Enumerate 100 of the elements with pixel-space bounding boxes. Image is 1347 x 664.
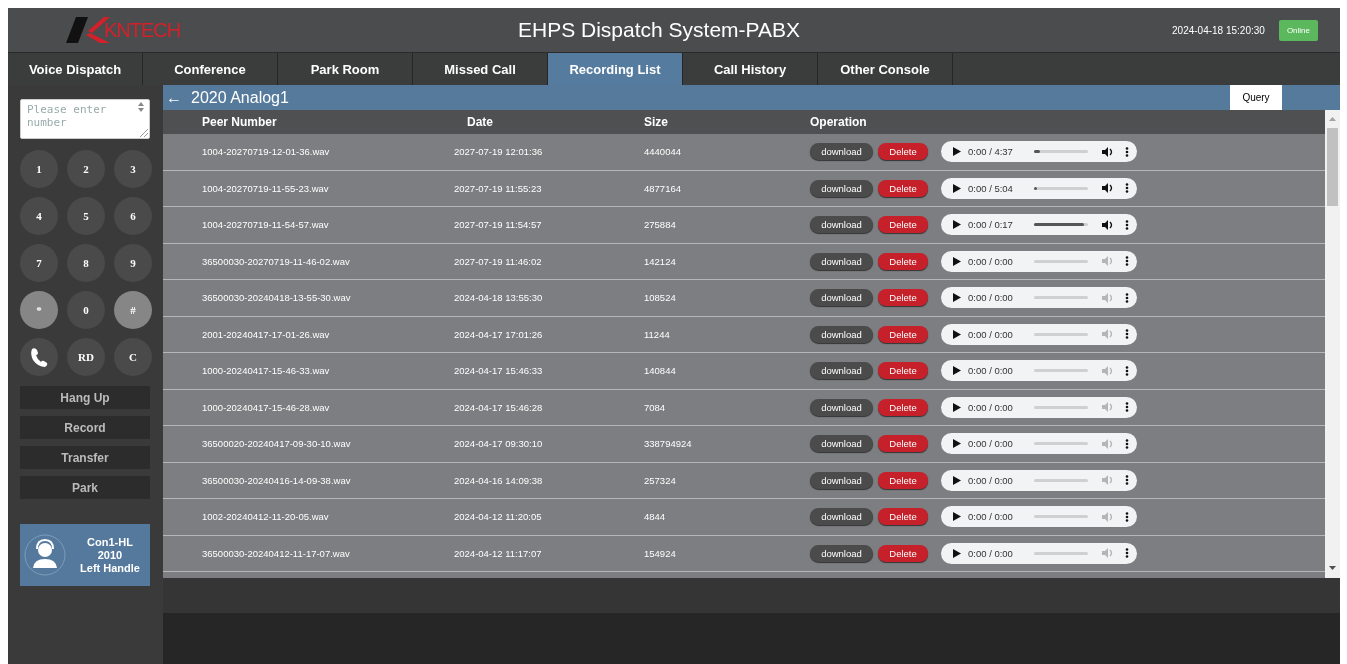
back-button[interactable]: ← — [166, 88, 182, 107]
progress-track[interactable] — [1034, 369, 1088, 373]
audio-player[interactable]: 0:00 / 0:00 — [941, 287, 1137, 309]
keypad-key[interactable]: * — [20, 291, 58, 329]
keypad-key[interactable]: # — [114, 291, 152, 329]
delete-button[interactable]: Delete — [878, 471, 928, 489]
more-options-icon — [1125, 475, 1129, 486]
audio-player[interactable]: 0:00 / 0:00 — [941, 396, 1137, 418]
delete-button[interactable]: Delete — [878, 289, 928, 307]
download-button[interactable]: download — [810, 471, 873, 489]
date-cell-text: 2024-04-17 15:46:33 — [454, 365, 544, 377]
download-button[interactable]: download — [810, 398, 873, 416]
file-name-cell-text: 1000-20240417-15-46-33.wav — [202, 365, 331, 377]
download-button[interactable]: download — [810, 252, 873, 270]
more-options-icon — [1125, 219, 1129, 230]
nav-tab[interactable]: Recording List — [548, 53, 683, 85]
progress-track[interactable] — [1034, 296, 1088, 300]
play-icon — [953, 512, 961, 522]
download-button[interactable]: download — [810, 325, 873, 343]
delete-button[interactable]: Delete — [878, 435, 928, 453]
delete-button[interactable]: Delete — [878, 252, 928, 270]
progress-track[interactable] — [1034, 515, 1088, 519]
audio-player[interactable]: 0:00 / 0:00 — [941, 360, 1137, 382]
size-cell-text: 108524 — [644, 292, 677, 304]
audio-player[interactable]: 0:00 / 0:17 — [941, 214, 1137, 236]
time-display: 0:00 / 0:00 — [968, 365, 1014, 377]
download-button[interactable]: download — [810, 216, 873, 234]
column-header: Date — [466, 115, 494, 129]
spinner-icon — [135, 102, 147, 112]
audio-player[interactable]: 0:00 / 0:00 — [941, 250, 1137, 272]
audio-player[interactable]: 0:00 / 0:00 — [941, 469, 1137, 491]
play-icon — [953, 329, 961, 339]
more-options-icon — [1125, 292, 1129, 303]
keypad-key[interactable]: 8 — [67, 244, 105, 282]
time-display: 0:00 / 4:37 — [968, 146, 1014, 158]
progress-track[interactable] — [1034, 478, 1088, 482]
action-button[interactable]: Hang Up — [20, 386, 150, 409]
download-button[interactable]: download — [810, 362, 873, 380]
delete-button[interactable]: Delete — [878, 362, 928, 380]
file-name-cell-text: 36500020-20240417-09-30-10.wav — [202, 438, 352, 450]
delete-button[interactable]: Delete — [878, 398, 928, 416]
play-icon — [953, 439, 961, 449]
keypad-key[interactable]: RD — [67, 338, 105, 376]
size-cell-text: 7084 — [644, 401, 667, 413]
delete-button[interactable]: Delete — [878, 544, 928, 562]
delete-button[interactable]: Delete — [878, 325, 928, 343]
progress-track[interactable] — [1034, 150, 1088, 154]
progress-track[interactable] — [1034, 405, 1088, 409]
download-button[interactable]: download — [810, 289, 873, 307]
progress-track[interactable] — [1034, 259, 1088, 263]
action-button[interactable]: Record — [20, 416, 150, 439]
agent-handle: Left Handle — [80, 561, 140, 575]
keypad-key[interactable]: 0 — [67, 291, 105, 329]
number-field[interactable]: Please enter number — [20, 99, 150, 139]
download-button[interactable]: download — [810, 435, 873, 453]
download-button[interactable]: download — [810, 508, 873, 526]
time-display: 0:00 / 0:00 — [968, 511, 1014, 523]
download-button[interactable]: download — [810, 544, 873, 562]
delete-button[interactable]: Delete — [878, 179, 928, 197]
time-display: 0:00 / 0:00 — [968, 401, 1014, 413]
delete-button[interactable]: Delete — [878, 508, 928, 526]
delete-button[interactable]: Delete — [878, 143, 928, 161]
play-icon — [953, 256, 961, 266]
keypad-key[interactable]: 4 — [20, 197, 58, 235]
date-cell-text: 2024-04-17 15:46:28 — [454, 401, 544, 413]
call-key[interactable] — [20, 338, 58, 376]
time-display: 0:00 / 0:17 — [968, 219, 1014, 231]
keypad-key[interactable]: 1 — [20, 150, 58, 188]
audio-player[interactable]: 0:00 / 0:00 — [941, 542, 1137, 564]
date-cell-text: 2027-07-19 11:46:02 — [454, 255, 543, 267]
file-name-cell-text: 1004-20270719-12-01-36.wav — [202, 146, 331, 158]
download-button[interactable]: download — [810, 179, 873, 197]
progress-track[interactable] — [1034, 332, 1088, 336]
action-button[interactable]: Transfer — [20, 446, 150, 469]
audio-player[interactable]: 0:00 / 0:00 — [941, 433, 1137, 455]
download-button[interactable]: download — [810, 143, 873, 161]
more-options-icon — [1125, 402, 1129, 413]
audio-player[interactable]: 0:00 / 4:37 — [941, 141, 1137, 163]
keypad-key[interactable]: C — [114, 338, 152, 376]
progress-track[interactable] — [1034, 442, 1088, 446]
keypad-key[interactable]: 7 — [20, 244, 58, 282]
audio-player[interactable]: 0:00 / 0:00 — [941, 506, 1137, 528]
keypad-key[interactable]: 9 — [114, 244, 152, 282]
play-icon — [953, 293, 961, 303]
audio-player[interactable]: 0:00 / 0:00 — [941, 323, 1137, 345]
delete-button[interactable]: Delete — [878, 216, 928, 234]
phone-icon — [29, 346, 49, 368]
action-button[interactable]: Park — [20, 476, 150, 499]
date-cell-text: 2024-04-17 17:01:26 — [454, 328, 544, 340]
keypad-key[interactable]: 3 — [114, 150, 152, 188]
keypad-key[interactable]: 6 — [114, 197, 152, 235]
progress-track[interactable] — [1034, 551, 1088, 555]
progress-track[interactable] — [1034, 186, 1088, 190]
query-button[interactable]: Query — [1230, 84, 1282, 110]
time-display: 0:00 / 5:04 — [968, 182, 1014, 194]
audio-player[interactable]: 0:00 / 5:04 — [941, 177, 1137, 199]
keypad-key[interactable]: 5 — [67, 197, 105, 235]
more-options-icon — [1125, 256, 1129, 267]
keypad-key[interactable]: 2 — [67, 150, 105, 188]
size-cell-text: 142124 — [644, 255, 677, 267]
